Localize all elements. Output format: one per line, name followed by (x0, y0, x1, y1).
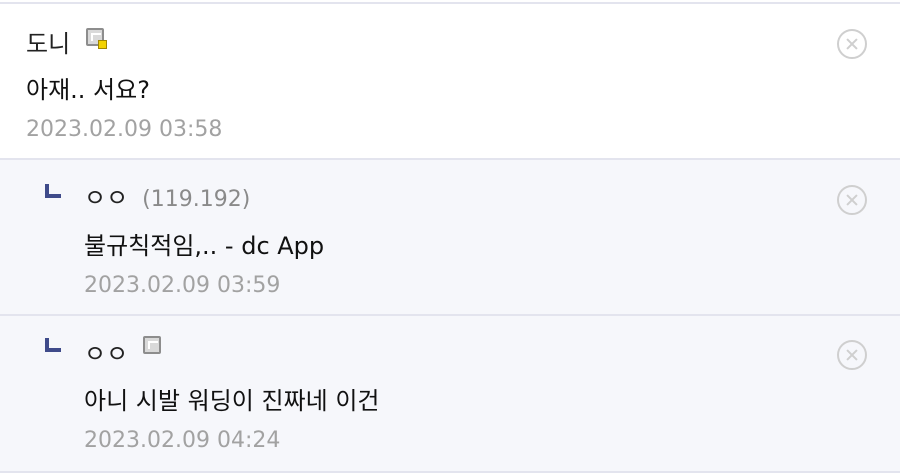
delete-icon[interactable] (837, 29, 867, 59)
comment-text: 아니 시발 워딩이 진짜네 이건 (84, 387, 380, 415)
nickname-text: ㅇㅇ (84, 184, 129, 212)
comment-date: 2023.02.09 04:24 (84, 428, 281, 453)
delete-icon[interactable] (837, 340, 867, 370)
comment-text: 불규칙적임,.. - dc App (84, 232, 325, 260)
comment-thread: 도니 아재.. 서요? 2023.02.09 03:58 ㅇㅇ (119.192)… (0, 0, 900, 473)
reply-arrow-icon (45, 184, 61, 198)
comment-nickname[interactable]: ㅇㅇ (119.192) (84, 184, 250, 214)
reply-comment: ㅇㅇ 아니 시발 워딩이 진짜네 이건 2023.02.09 04:24 (0, 316, 900, 473)
reply-comment: ㅇㅇ (119.192) 불규칙적임,.. - dc App 2023.02.09… (0, 160, 900, 316)
ip-address: (119.192) (142, 187, 251, 212)
comment-nickname[interactable]: 도니 (26, 30, 70, 58)
comment-text: 아재.. 서요? (26, 76, 150, 104)
comment: 도니 아재.. 서요? 2023.02.09 03:58 (0, 4, 900, 160)
comment-nickname[interactable]: ㅇㅇ (84, 340, 128, 368)
comment-date: 2023.02.09 03:59 (84, 273, 281, 298)
comment-date: 2023.02.09 03:58 (26, 117, 223, 142)
manager-badge-icon (98, 40, 107, 49)
delete-icon[interactable] (837, 185, 867, 215)
reply-arrow-icon (45, 338, 61, 352)
fixed-nick-icon (143, 336, 161, 354)
fixed-nick-icon (86, 28, 107, 49)
